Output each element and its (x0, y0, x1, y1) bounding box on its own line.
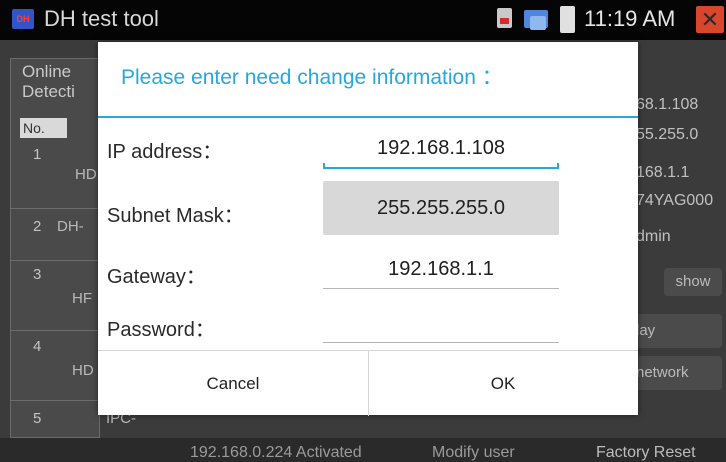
row-divider (10, 208, 98, 209)
online-label: Online (22, 62, 72, 81)
column-no: No. (20, 118, 67, 138)
play-button: lay (636, 314, 722, 348)
cancel-button[interactable]: Cancel (98, 351, 368, 416)
ip-address-label: IP address： (107, 141, 223, 163)
right-value: 55.255.0 (636, 126, 699, 143)
battery-icon (560, 6, 575, 33)
sd-card-icon (497, 8, 512, 28)
close-icon[interactable]: ✕ (696, 6, 724, 33)
subnet-mask-label: Subnet Mask： (107, 205, 244, 227)
right-value: 74YAG000 (636, 192, 714, 209)
row-number: 1 (33, 146, 42, 163)
ok-button[interactable]: OK (368, 351, 638, 416)
app-logo-icon: DH (12, 9, 34, 29)
dialog-button-row: Cancel OK (98, 350, 638, 416)
password-label: Password： (107, 319, 215, 341)
row-divider (10, 330, 98, 331)
row-number: 4 (33, 338, 42, 355)
row-device: HD (75, 166, 97, 183)
password-input[interactable] (323, 304, 559, 342)
app-title: DH test tool (44, 6, 159, 31)
factory-reset-button: Factory Reset (596, 444, 696, 461)
gateway-underline (323, 288, 559, 289)
row-device: HD (72, 362, 94, 379)
bottom-ip-text: 192.168.0.224 (190, 444, 293, 461)
right-field: dmin (636, 228, 671, 245)
gateway-input[interactable] (323, 250, 559, 288)
ip-address-input[interactable] (323, 129, 559, 167)
right-value: 68.1.108 (636, 96, 699, 113)
row-device: DH- (57, 218, 84, 235)
row-divider (10, 400, 98, 401)
bottom-ip: 192.168.0.224 Activated (190, 444, 362, 462)
row-number: 5 (33, 410, 42, 427)
dialog-title: Please enter need change information ： (121, 66, 503, 89)
gateway-label: Gateway： (107, 266, 206, 288)
ip-address-underline (323, 163, 559, 169)
row-divider (10, 260, 98, 261)
device-list-panel (10, 58, 100, 438)
clock: 11:19 AM (584, 6, 676, 31)
password-underline (323, 342, 559, 343)
network-icon (524, 10, 548, 30)
bottom-status: Activated (295, 444, 362, 461)
detection-label: Detecti (22, 82, 75, 101)
right-value: 168.1.1 (636, 164, 690, 181)
subnet-mask-input[interactable] (323, 181, 559, 235)
network-button: network (636, 356, 722, 390)
row-number: 3 (33, 266, 42, 283)
show-button: show (664, 268, 722, 296)
modify-user-button: Modify user (432, 444, 515, 461)
change-info-dialog: Please enter need change information ： I… (98, 42, 638, 416)
row-device: HF (72, 290, 92, 307)
dialog-title-divider (98, 116, 638, 118)
status-bar: DH DH test tool 11:19 AM ✕ (0, 0, 726, 40)
row-number: 2 (33, 218, 42, 235)
